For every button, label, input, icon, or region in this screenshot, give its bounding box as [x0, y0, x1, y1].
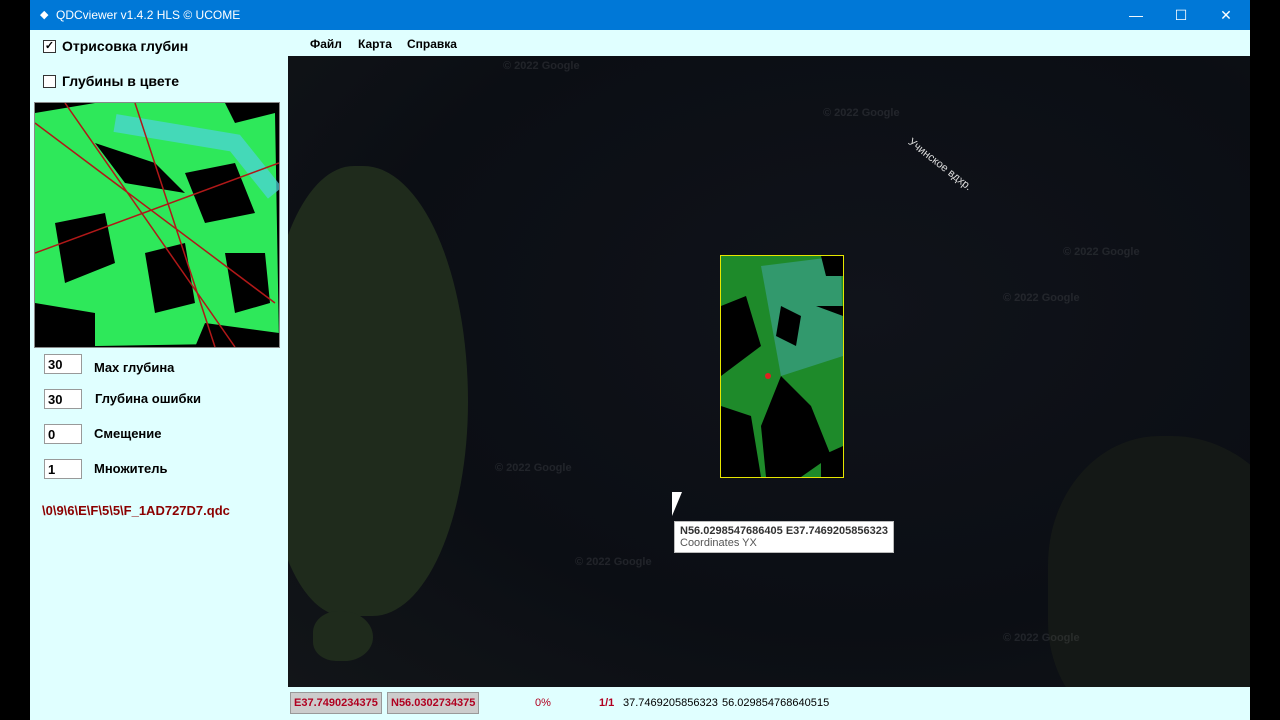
mouse-cursor-icon [672, 492, 682, 516]
status-bar: E37.7490234375 N56.0302734375 0% 1/1 37.… [288, 689, 1250, 717]
max-depth-input[interactable]: 30 [44, 354, 82, 374]
multiplier-input[interactable]: 1 [44, 459, 82, 479]
menu-help[interactable]: Справка [407, 37, 457, 51]
menu-bar: Файл Карта Справка [288, 30, 1250, 56]
coordinates-tooltip: N56.0298547686405 E37.7469205856323 Coor… [674, 521, 894, 553]
depth-overlay[interactable] [720, 255, 844, 478]
status-progress: 0% [535, 697, 551, 709]
checkbox-checked-icon: ✓ [43, 39, 56, 53]
multiplier-label: Множитель [94, 461, 168, 476]
menu-map[interactable]: Карта [358, 37, 392, 51]
island [288, 166, 468, 616]
tooltip-coords: N56.0298547686405 E37.7469205856323 [680, 525, 888, 537]
app-icon: ◆ [40, 9, 49, 21]
offset-label: Смещение [94, 426, 162, 441]
status-page: 1/1 [599, 697, 615, 709]
status-latitude: N56.0302734375 [387, 692, 480, 714]
lake-label: Учинское вдхр. [905, 136, 975, 194]
map-watermark: © 2022 Google [1003, 632, 1080, 644]
color-depths-checkbox[interactable]: Глубины в цвете [43, 73, 179, 89]
checkbox-label: Глубины в цвете [62, 73, 180, 89]
tooltip-caption: Coordinates YX [680, 537, 757, 549]
depth-overlay-image [721, 256, 843, 477]
checkbox-label: Отрисовка глубин [62, 38, 189, 54]
checkbox-unchecked-icon [43, 74, 56, 88]
map-watermark: © 2022 Google [575, 556, 652, 568]
status-y: 56.0298547686405 [722, 697, 817, 709]
map-watermark: © 2022 Google [823, 107, 900, 119]
error-depth-input[interactable]: 30 [44, 389, 82, 409]
depth-preview [34, 102, 280, 348]
status-longitude: E37.7490234375 [290, 692, 382, 714]
status-zoom: 15 [817, 697, 830, 709]
minimize-button[interactable]: — [1116, 4, 1156, 26]
left-panel: ✓ Отрисовка глубин Глубины в цвете 30 Max… [30, 30, 288, 720]
islet [313, 611, 373, 661]
status-x: 37.7469205856323 [623, 697, 718, 709]
max-depth-label: Max глубина [94, 360, 175, 375]
shore [1048, 436, 1250, 687]
offset-input[interactable]: 0 [44, 424, 82, 444]
window-title: QDCviewer v1.4.2 HLS © UCOME [56, 8, 241, 22]
depth-preview-image [35, 103, 279, 347]
maximize-button[interactable]: ☐ [1161, 4, 1201, 26]
title-bar: ◆ QDCviewer v1.4.2 HLS © UCOME — ☐ ✕ [30, 0, 1250, 30]
draw-depths-checkbox[interactable]: ✓ Отрисовка глубин [43, 38, 188, 54]
menu-file[interactable]: Файл [310, 37, 342, 51]
map-view[interactable]: © 2022 Google © 2022 Google © 2022 Googl… [288, 56, 1250, 687]
map-watermark: © 2022 Google [495, 462, 572, 474]
file-path: \0\9\6\E\F\5\5\F_1AD727D7.qdc [42, 503, 230, 518]
map-watermark: © 2022 Google [1063, 246, 1140, 258]
map-watermark: © 2022 Google [503, 60, 580, 72]
close-button[interactable]: ✕ [1206, 4, 1246, 26]
map-watermark: © 2022 Google [1003, 292, 1080, 304]
error-depth-label: Глубина ошибки [95, 391, 202, 406]
app-window: ◆ QDCviewer v1.4.2 HLS © UCOME — ☐ ✕ ✓ От… [30, 0, 1250, 720]
